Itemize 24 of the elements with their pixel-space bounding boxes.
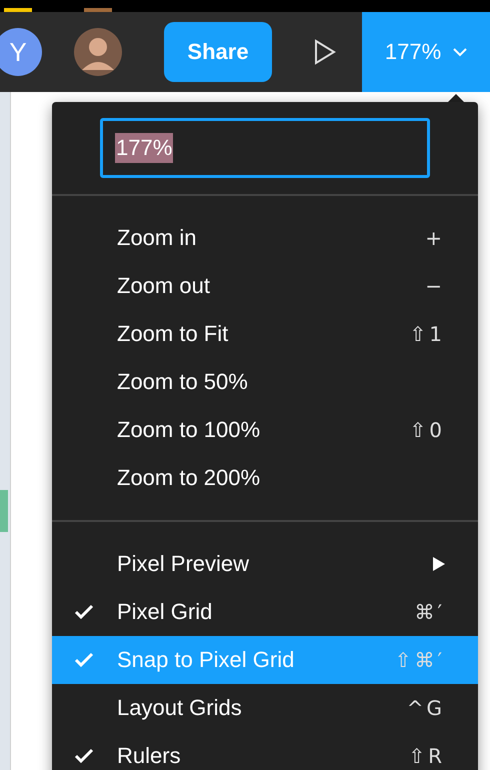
submenu-arrow-icon <box>433 557 445 571</box>
shortcut-text: + <box>425 226 445 250</box>
menu-item[interactable]: Pixel Preview <box>52 540 478 588</box>
shortcut-text: − <box>425 274 445 298</box>
menu-item[interactable]: Layout Grids ^G <box>52 684 478 732</box>
shortcut-text: ⇧R <box>408 744 445 768</box>
menu-item[interactable]: Zoom to 50% <box>52 358 478 406</box>
color-swatch <box>0 490 8 532</box>
chevron-icon <box>453 48 468 56</box>
menu-item[interactable]: Rulers ⇧R <box>52 732 478 770</box>
menu-item[interactable]: Zoom to Fit ⇧1 <box>52 310 478 358</box>
play-icon[interactable] <box>312 39 338 65</box>
shortcut-text: ⇧⌘′ <box>394 648 445 672</box>
shortcut-text: ⇧0 <box>410 418 445 442</box>
shortcut-text: ^G <box>406 696 445 720</box>
shortcut-text: ⇧1 <box>410 322 445 346</box>
menu-item[interactable]: Pixel Grid ⌘′ <box>52 588 478 636</box>
menu-item[interactable]: Zoom to 100% ⇧0 <box>52 406 478 454</box>
zoom-input-field[interactable]: 177% <box>100 118 430 178</box>
avatar[interactable] <box>74 28 122 76</box>
menu-item[interactable]: Zoom in + <box>52 214 478 262</box>
menu-item[interactable]: Zoom to 200% <box>52 454 478 502</box>
menu-item[interactable]: Zoom out − <box>52 262 478 310</box>
shortcut-text: ⌘′ <box>414 600 445 624</box>
